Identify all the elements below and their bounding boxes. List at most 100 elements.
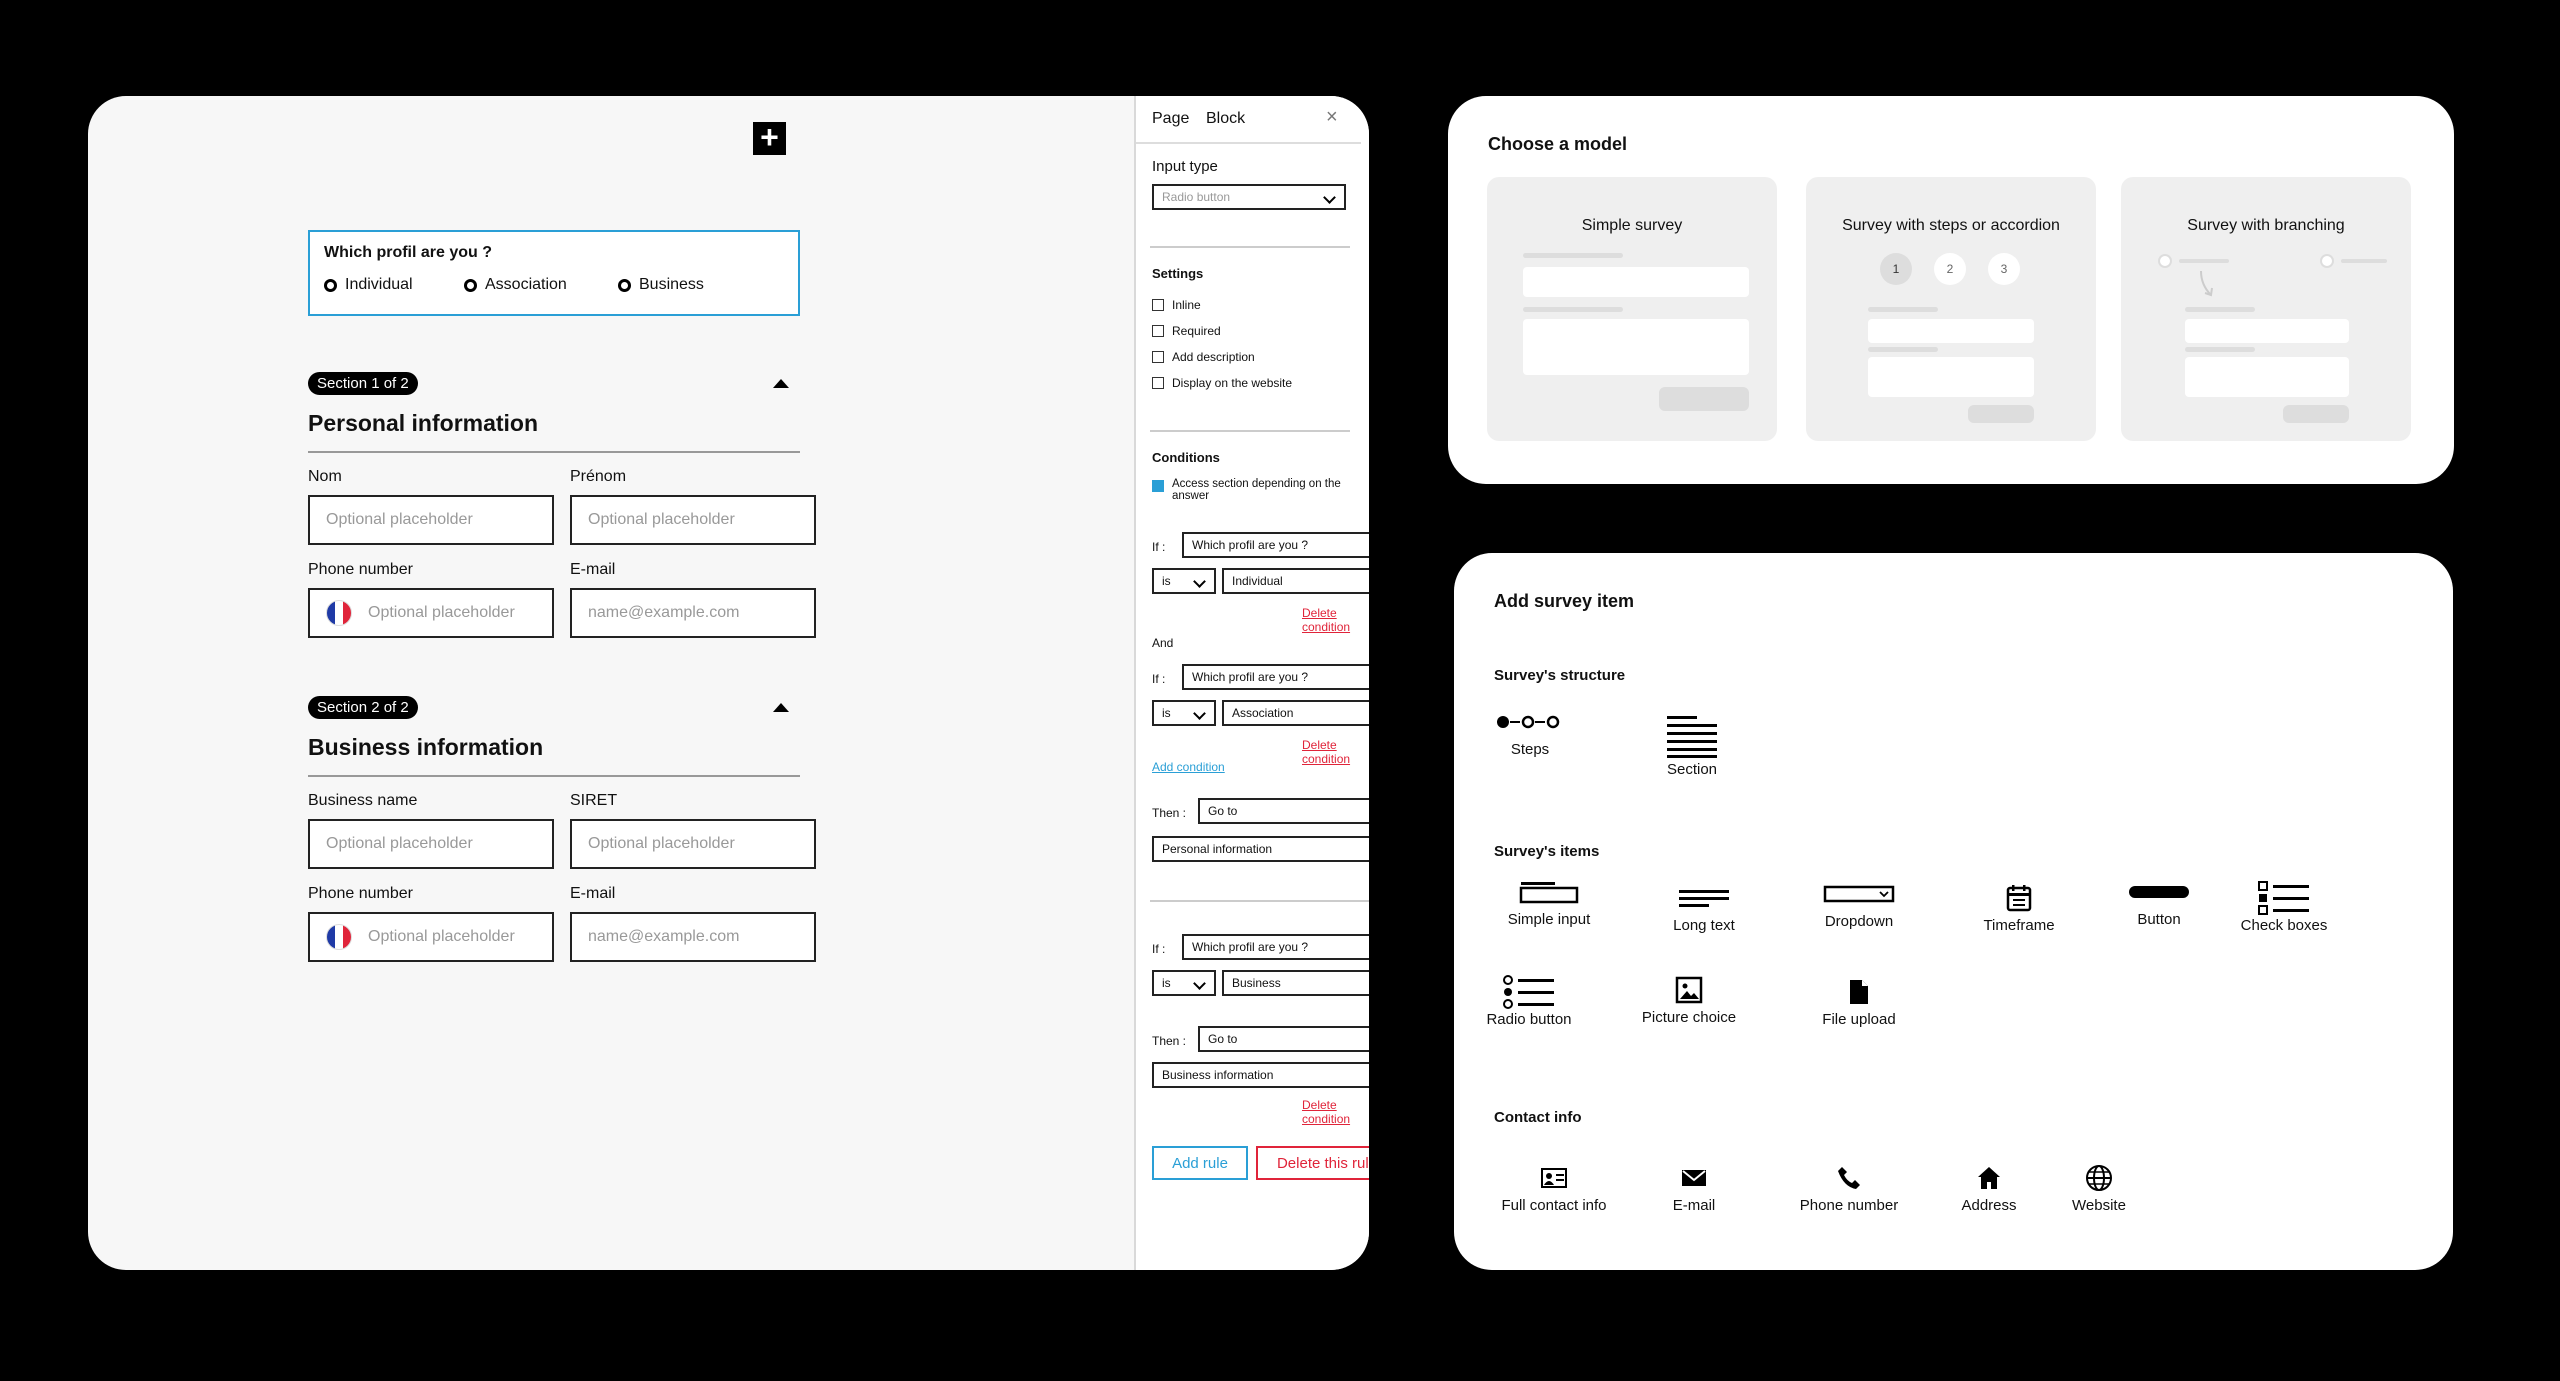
question-select[interactable]: Which profil are you ? <box>1182 532 1369 558</box>
email-input[interactable]: name@example.com <box>570 588 816 638</box>
item-picture-choice[interactable]: Picture choice <box>1634 971 1744 1026</box>
item-simple-input[interactable]: Simple input <box>1494 873 1604 928</box>
section-title: Business information <box>308 734 544 760</box>
siret-input[interactable]: Optional placeholder <box>570 819 816 869</box>
section-icon <box>1652 711 1732 761</box>
input-type-label: Input type <box>1152 158 1218 175</box>
email-input[interactable]: name@example.com <box>570 912 816 962</box>
panel-title: Add survey item <box>1494 591 1635 611</box>
delete-rule-button[interactable]: Delete this rule <box>1256 1146 1369 1180</box>
phone-input[interactable]: Optional placeholder <box>308 912 554 962</box>
item-steps[interactable]: Steps <box>1494 703 1566 758</box>
mail-icon <box>1654 1159 1734 1197</box>
add-condition-link[interactable]: Add condition <box>1152 760 1225 774</box>
model-card-simple[interactable]: Simple survey <box>1487 177 1777 441</box>
contact-card-icon <box>1494 1159 1614 1197</box>
item-long-text[interactable]: Long text <box>1654 879 1754 934</box>
checkbox-display-website[interactable]: Display on the website <box>1152 376 1292 390</box>
button-icon <box>2114 873 2204 911</box>
tab-block[interactable]: Block <box>1206 110 1245 128</box>
add-rule-button[interactable]: Add rule <box>1152 1146 1248 1180</box>
input-type-select[interactable]: Radio button <box>1152 184 1346 210</box>
delete-condition-link[interactable]: Delete condition <box>1302 738 1369 766</box>
chevron-down-icon <box>1193 574 1206 588</box>
target-select[interactable]: Personal information <box>1152 836 1369 862</box>
target-select[interactable]: Business information <box>1152 1062 1369 1088</box>
phone-input[interactable]: Optional placeholder <box>308 588 554 638</box>
divider <box>1136 142 1361 144</box>
field-label: SIRET <box>570 792 618 809</box>
radio-option-individual[interactable]: Individual <box>324 276 413 294</box>
add-block-button[interactable]: + <box>753 119 786 155</box>
radio-list-icon <box>1474 973 1584 1011</box>
item-email[interactable]: E-mail <box>1654 1159 1734 1214</box>
checkboxes-icon <box>2229 879 2339 917</box>
item-phone-number[interactable]: Phone number <box>1784 1159 1914 1214</box>
if-label: If : <box>1152 672 1166 686</box>
radio-option-association[interactable]: Association <box>464 276 567 294</box>
checkbox-required[interactable]: Required <box>1152 324 1221 338</box>
field-label: Phone number <box>308 885 413 902</box>
checkbox-access-section[interactable]: Access section depending on the answer <box>1152 478 1367 502</box>
value-select[interactable]: Individual <box>1222 568 1369 594</box>
globe-icon <box>2054 1159 2144 1197</box>
france-flag-icon <box>326 924 352 950</box>
item-address[interactable]: Address <box>1944 1159 2034 1214</box>
divider <box>1150 900 1369 902</box>
divider <box>1150 246 1350 248</box>
and-label: And <box>1152 636 1174 650</box>
question-select[interactable]: Which profil are you ? <box>1182 664 1369 690</box>
model-card-steps[interactable]: Survey with steps or accordion 1 2 3 <box>1806 177 2096 441</box>
action-select[interactable]: Go to <box>1198 1026 1369 1052</box>
if-label: If : <box>1152 540 1166 554</box>
dropdown-icon <box>1804 875 1914 913</box>
tab-page[interactable]: Page <box>1152 110 1189 128</box>
operator-select[interactable]: is <box>1152 970 1216 996</box>
value-select[interactable]: Business <box>1222 970 1369 996</box>
close-icon[interactable]: × <box>1326 106 1338 129</box>
delete-condition-link[interactable]: Delete condition <box>1302 606 1369 634</box>
collapse-icon[interactable] <box>773 703 789 712</box>
action-select[interactable]: Go to <box>1198 798 1369 824</box>
calendar-icon <box>1964 879 2074 917</box>
checkbox-inline[interactable]: Inline <box>1152 298 1201 312</box>
item-button[interactable]: Button <box>2114 873 2204 928</box>
radio-icon <box>618 278 631 292</box>
item-check-boxes[interactable]: Check boxes <box>2229 879 2339 934</box>
item-full-contact-info[interactable]: Full contact info <box>1494 1159 1614 1214</box>
picture-icon <box>1634 971 1744 1009</box>
operator-select[interactable]: is <box>1152 700 1216 726</box>
radio-option-business[interactable]: Business <box>618 276 704 294</box>
item-timeframe[interactable]: Timeframe <box>1964 879 2074 934</box>
question-select[interactable]: Which profil are you ? <box>1182 934 1369 960</box>
model-card-branching[interactable]: Survey with branching <box>2121 177 2411 441</box>
section-badge: Section 1 of 2 <box>308 372 418 395</box>
if-label: If : <box>1152 942 1166 956</box>
divider <box>1150 430 1350 432</box>
item-radio-button[interactable]: Radio button <box>1474 973 1584 1028</box>
structure-heading: Survey's structure <box>1494 667 1626 684</box>
question-block[interactable]: Which profil are you ? Individual Associ… <box>308 230 800 316</box>
item-dropdown[interactable]: Dropdown <box>1804 875 1914 930</box>
steps-icon <box>1494 703 1566 741</box>
value-select[interactable]: Association <box>1222 700 1369 726</box>
conditions-heading: Conditions <box>1152 450 1220 465</box>
item-file-upload[interactable]: File upload <box>1804 973 1914 1028</box>
item-section[interactable]: Section <box>1652 711 1732 778</box>
contact-heading: Contact info <box>1494 1109 1582 1126</box>
field-label: Phone number <box>308 561 413 578</box>
checkbox-add-description[interactable]: Add description <box>1152 350 1255 364</box>
delete-condition-link[interactable]: Delete condition <box>1302 1098 1369 1126</box>
nom-input[interactable]: Optional placeholder <box>308 495 554 545</box>
collapse-icon[interactable] <box>773 379 789 388</box>
chevron-down-icon <box>1193 976 1206 990</box>
plus-icon: + <box>760 119 779 155</box>
phone-icon <box>1784 1159 1914 1197</box>
prenom-input[interactable]: Optional placeholder <box>570 495 816 545</box>
operator-select[interactable]: is <box>1152 568 1216 594</box>
items-heading: Survey's items <box>1494 843 1600 860</box>
simple-input-icon <box>1494 873 1604 911</box>
business-name-input[interactable]: Optional placeholder <box>308 819 554 869</box>
field-label: Prénom <box>570 468 627 485</box>
item-website[interactable]: Website <box>2054 1159 2144 1214</box>
